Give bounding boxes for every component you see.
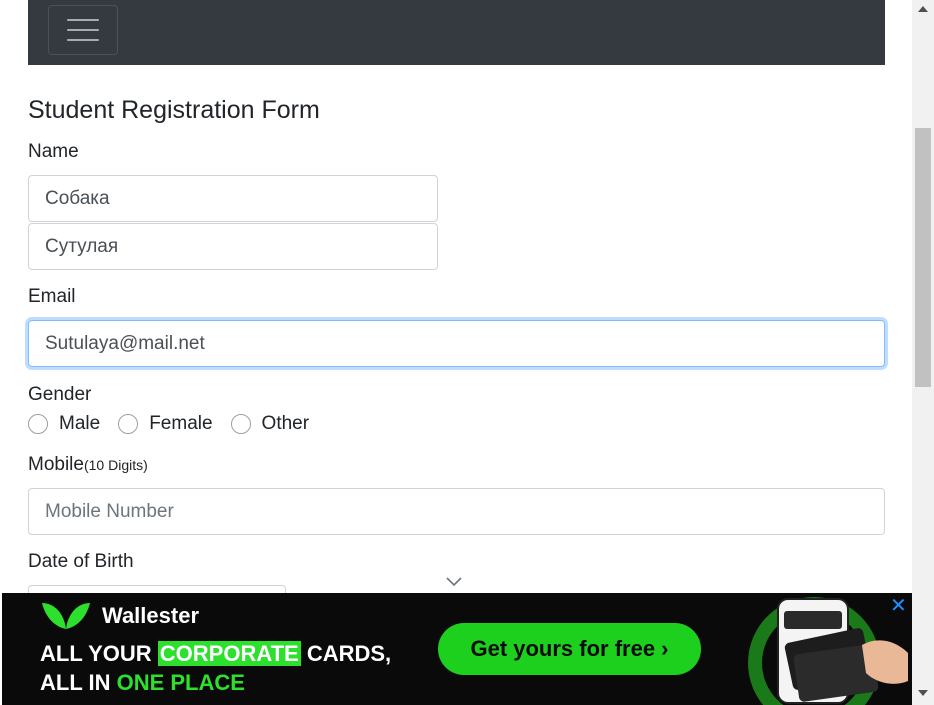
menu-bar xyxy=(67,39,99,41)
ad-cta-button[interactable]: Get yours for free › xyxy=(438,623,701,675)
form-title: Student Registration Form xyxy=(28,96,320,124)
email-input[interactable] xyxy=(28,320,885,367)
gender-option-label: Other xyxy=(261,413,310,434)
scroll-thumb[interactable] xyxy=(915,128,931,387)
navbar-toggler-button[interactable] xyxy=(48,5,118,55)
mobile-label-text: Mobile xyxy=(28,454,84,475)
ad-headline-line2: ALL IN ONE PLACE xyxy=(40,668,391,697)
scroll-up-arrow-icon[interactable] xyxy=(918,6,928,12)
gender-female-option[interactable]: Female xyxy=(118,413,213,435)
ad-text: CARDS, xyxy=(300,641,392,666)
radio-button[interactable] xyxy=(118,414,139,434)
ad-brand-name: Wallester xyxy=(102,603,200,628)
mobile-label: Mobile(10 Digits) xyxy=(28,454,148,476)
email-label: Email xyxy=(28,286,76,307)
menu-bar xyxy=(67,29,99,31)
navbar xyxy=(28,0,885,65)
radio-button[interactable] xyxy=(28,414,48,434)
ad-highlight-text: CORPORATE xyxy=(157,641,301,666)
chevron-down-icon[interactable] xyxy=(445,574,463,588)
ad-headline-line1: ALL YOUR CORPORATE CARDS, xyxy=(40,639,391,668)
page-scrollbar[interactable] xyxy=(912,0,934,705)
gender-radio-group: Male Female Other xyxy=(28,410,327,438)
gender-option-label: Male xyxy=(59,413,101,434)
ad-text: ALL YOUR xyxy=(40,641,158,666)
gender-option-label: Female xyxy=(149,413,213,434)
card-phone-illustration-icon xyxy=(748,597,908,705)
last-name-input[interactable] xyxy=(28,223,438,270)
ad-green-text: ONE PLACE xyxy=(116,670,245,695)
ad-text: ALL IN xyxy=(40,670,117,695)
gender-label: Gender xyxy=(28,384,92,405)
first-name-input[interactable] xyxy=(28,175,438,222)
mobile-input[interactable] xyxy=(28,488,885,535)
dob-label: Date of Birth xyxy=(28,551,134,572)
menu-bar xyxy=(67,19,99,21)
gender-other-option[interactable]: Other xyxy=(230,413,310,435)
scroll-down-arrow-icon[interactable] xyxy=(918,690,928,696)
wallester-logo-icon xyxy=(42,603,90,629)
name-label: Name xyxy=(28,141,79,162)
ad-banner[interactable]: Wallester ALL YOUR CORPORATE CARDS, ALL … xyxy=(2,593,912,705)
ad-logo: Wallester xyxy=(40,601,199,631)
ad-headline: ALL YOUR CORPORATE CARDS, ALL IN ONE PLA… xyxy=(40,639,391,697)
radio-button[interactable] xyxy=(230,414,251,434)
mobile-hint: (10 Digits) xyxy=(83,457,148,473)
close-icon[interactable]: ✕ xyxy=(890,593,907,618)
gender-male-option[interactable]: Male xyxy=(28,413,100,435)
